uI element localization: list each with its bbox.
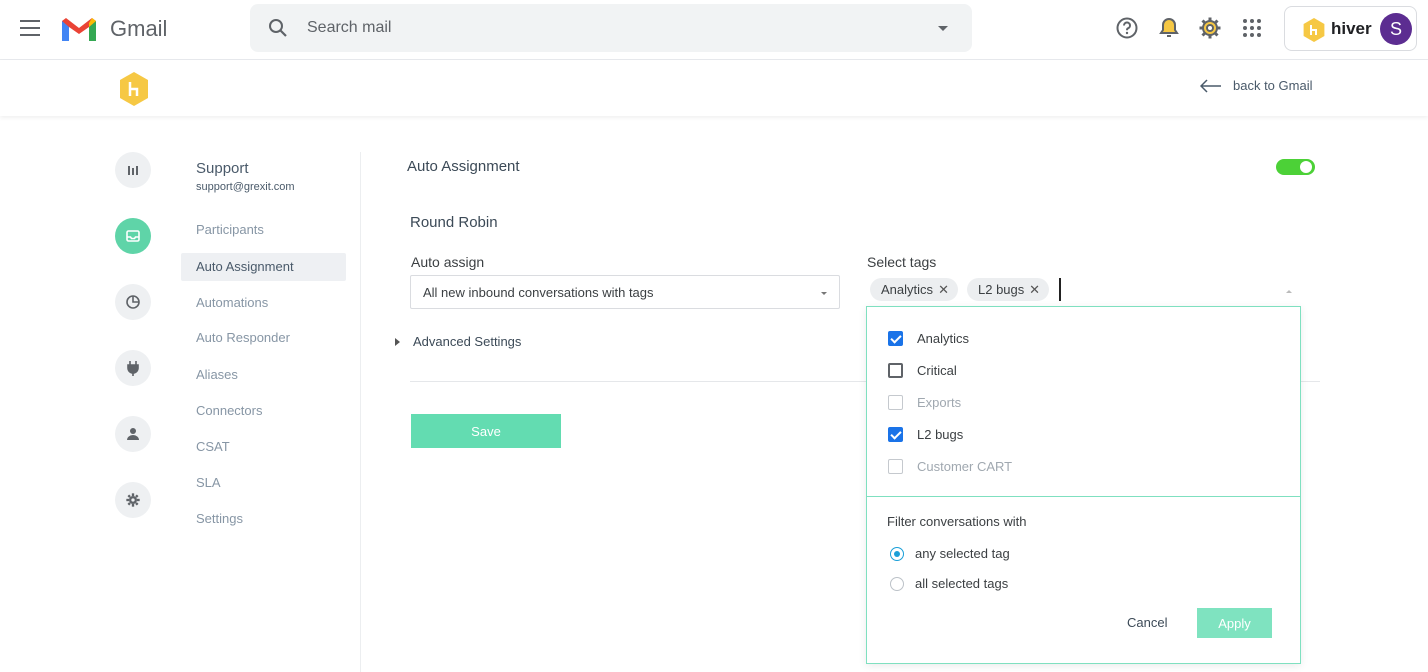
auto-assign-select[interactable]: All new inbound conversations with tags xyxy=(410,275,840,309)
apps-grid-icon[interactable] xyxy=(1240,16,1264,40)
hiver-subheader: back to Gmail xyxy=(0,60,1428,116)
plug-icon xyxy=(127,361,139,376)
tag-chip: Analytics ✕ xyxy=(870,278,958,301)
save-button[interactable]: Save xyxy=(411,414,561,448)
filter-all-radio[interactable]: all selected tags xyxy=(890,576,1008,591)
tag-option-customer-cart: Customer CART xyxy=(888,457,1012,475)
tag-option-critical[interactable]: Critical xyxy=(888,361,957,379)
radio-button[interactable] xyxy=(890,546,904,561)
gmail-header: Gmail Search mail hiver S xyxy=(0,0,1428,60)
avatar[interactable]: S xyxy=(1380,13,1412,45)
section-subtitle: Round Robin xyxy=(410,214,498,231)
filter-any-radio[interactable]: any selected tag xyxy=(890,546,1010,561)
page-title: Auto Assignment xyxy=(407,158,520,175)
auto-assign-value: All new inbound conversations with tags xyxy=(423,285,654,300)
tag-option-label: Critical xyxy=(917,362,957,378)
tag-chip-label: L2 bugs xyxy=(978,282,1025,297)
shared-inbox-email: support@grexit.com xyxy=(196,181,295,193)
apply-button[interactable]: Apply xyxy=(1197,608,1272,638)
nav-item-csat[interactable]: CSAT xyxy=(181,433,346,461)
notification-bell-icon[interactable] xyxy=(1157,16,1181,40)
reports-nav-button[interactable] xyxy=(115,284,151,320)
settings-nav-button[interactable] xyxy=(115,482,151,518)
search-input[interactable] xyxy=(307,16,907,40)
radio-button[interactable] xyxy=(890,576,904,591)
checkbox[interactable] xyxy=(888,426,903,442)
caret-right-icon xyxy=(395,337,400,346)
cancel-button[interactable]: Cancel xyxy=(1127,615,1167,630)
analytics-nav-button[interactable] xyxy=(115,152,151,188)
arrow-left-icon xyxy=(1200,78,1221,93)
text-cursor xyxy=(1059,278,1061,301)
tag-chip: L2 bugs ✕ xyxy=(967,278,1049,301)
tag-option-exports: Exports xyxy=(888,393,961,411)
bar-chart-icon xyxy=(128,166,138,175)
dropdown-divider xyxy=(867,496,1300,497)
gear-icon xyxy=(126,493,140,507)
users-nav-button[interactable] xyxy=(115,416,151,452)
main-menu-icon[interactable] xyxy=(20,20,40,36)
chevron-up-icon[interactable] xyxy=(1286,290,1292,293)
gmail-title: Gmail xyxy=(110,16,168,41)
tag-option-label: Customer CART xyxy=(917,458,1013,474)
advanced-settings-label: Advanced Settings xyxy=(413,334,522,349)
auto-assignment-toggle[interactable] xyxy=(1276,159,1315,175)
search-options-icon[interactable] xyxy=(938,26,948,31)
divider xyxy=(410,381,866,382)
nav-item-settings[interactable]: Settings xyxy=(181,505,346,533)
help-icon[interactable] xyxy=(1115,16,1139,40)
tag-option-analytics[interactable]: Analytics xyxy=(888,329,969,347)
hiver-logo-icon xyxy=(1303,18,1325,42)
search-icon[interactable] xyxy=(268,18,288,38)
integrations-nav-button[interactable] xyxy=(115,350,151,386)
chevron-down-icon xyxy=(821,292,827,295)
pie-chart-icon xyxy=(126,295,140,309)
remove-tag-icon[interactable]: ✕ xyxy=(1029,278,1040,301)
nav-divider xyxy=(360,152,361,672)
back-to-gmail-link[interactable]: back to Gmail xyxy=(1200,78,1312,93)
tag-option-l2-bugs[interactable]: L2 bugs xyxy=(888,425,963,443)
inbox-nav-button[interactable] xyxy=(115,218,151,254)
gmail-logo[interactable] xyxy=(60,15,98,43)
nav-item-connectors[interactable]: Connectors xyxy=(181,397,346,425)
hiver-logo-icon[interactable] xyxy=(119,72,149,106)
nav-item-participants[interactable]: Participants xyxy=(181,216,346,244)
tag-option-label: Exports xyxy=(917,394,962,410)
shared-inbox-title: Support xyxy=(196,160,249,177)
auto-assign-label: Auto assign xyxy=(411,254,485,270)
checkbox xyxy=(888,458,903,474)
tags-dropdown: Analytics Critical Exports L2 bugs Custo… xyxy=(866,306,1301,664)
nav-item-aliases[interactable]: Aliases xyxy=(181,361,346,389)
hiver-account-box[interactable]: hiver S xyxy=(1284,6,1417,51)
remove-tag-icon[interactable]: ✕ xyxy=(938,278,949,301)
nav-item-auto-assignment[interactable]: Auto Assignment xyxy=(181,253,346,281)
nav-item-automations[interactable]: Automations xyxy=(181,289,346,317)
tags-input[interactable]: Analytics ✕ L2 bugs ✕ xyxy=(867,276,1301,306)
checkbox[interactable] xyxy=(888,362,903,378)
radio-label: any selected tag xyxy=(915,546,1010,561)
inbox-icon xyxy=(126,230,140,242)
settings-gear-icon[interactable] xyxy=(1198,16,1222,40)
radio-label: all selected tags xyxy=(915,576,1009,591)
advanced-settings-toggle[interactable]: Advanced Settings xyxy=(395,334,521,349)
checkbox xyxy=(888,394,903,410)
nav-item-sla[interactable]: SLA xyxy=(181,469,346,497)
back-label: back to Gmail xyxy=(1233,78,1313,93)
tag-option-label: Analytics xyxy=(917,330,970,346)
divider xyxy=(1300,381,1320,382)
search-bar[interactable] xyxy=(250,4,972,52)
nav-item-auto-responder[interactable]: Auto Responder xyxy=(181,324,346,352)
select-tags-label: Select tags xyxy=(867,254,937,270)
tag-option-label: L2 bugs xyxy=(917,426,964,442)
filter-label: Filter conversations with xyxy=(887,514,1027,529)
user-icon xyxy=(127,428,139,440)
tag-chip-label: Analytics xyxy=(881,282,934,297)
checkbox[interactable] xyxy=(888,330,903,346)
hiver-brand: hiver xyxy=(1331,19,1372,38)
